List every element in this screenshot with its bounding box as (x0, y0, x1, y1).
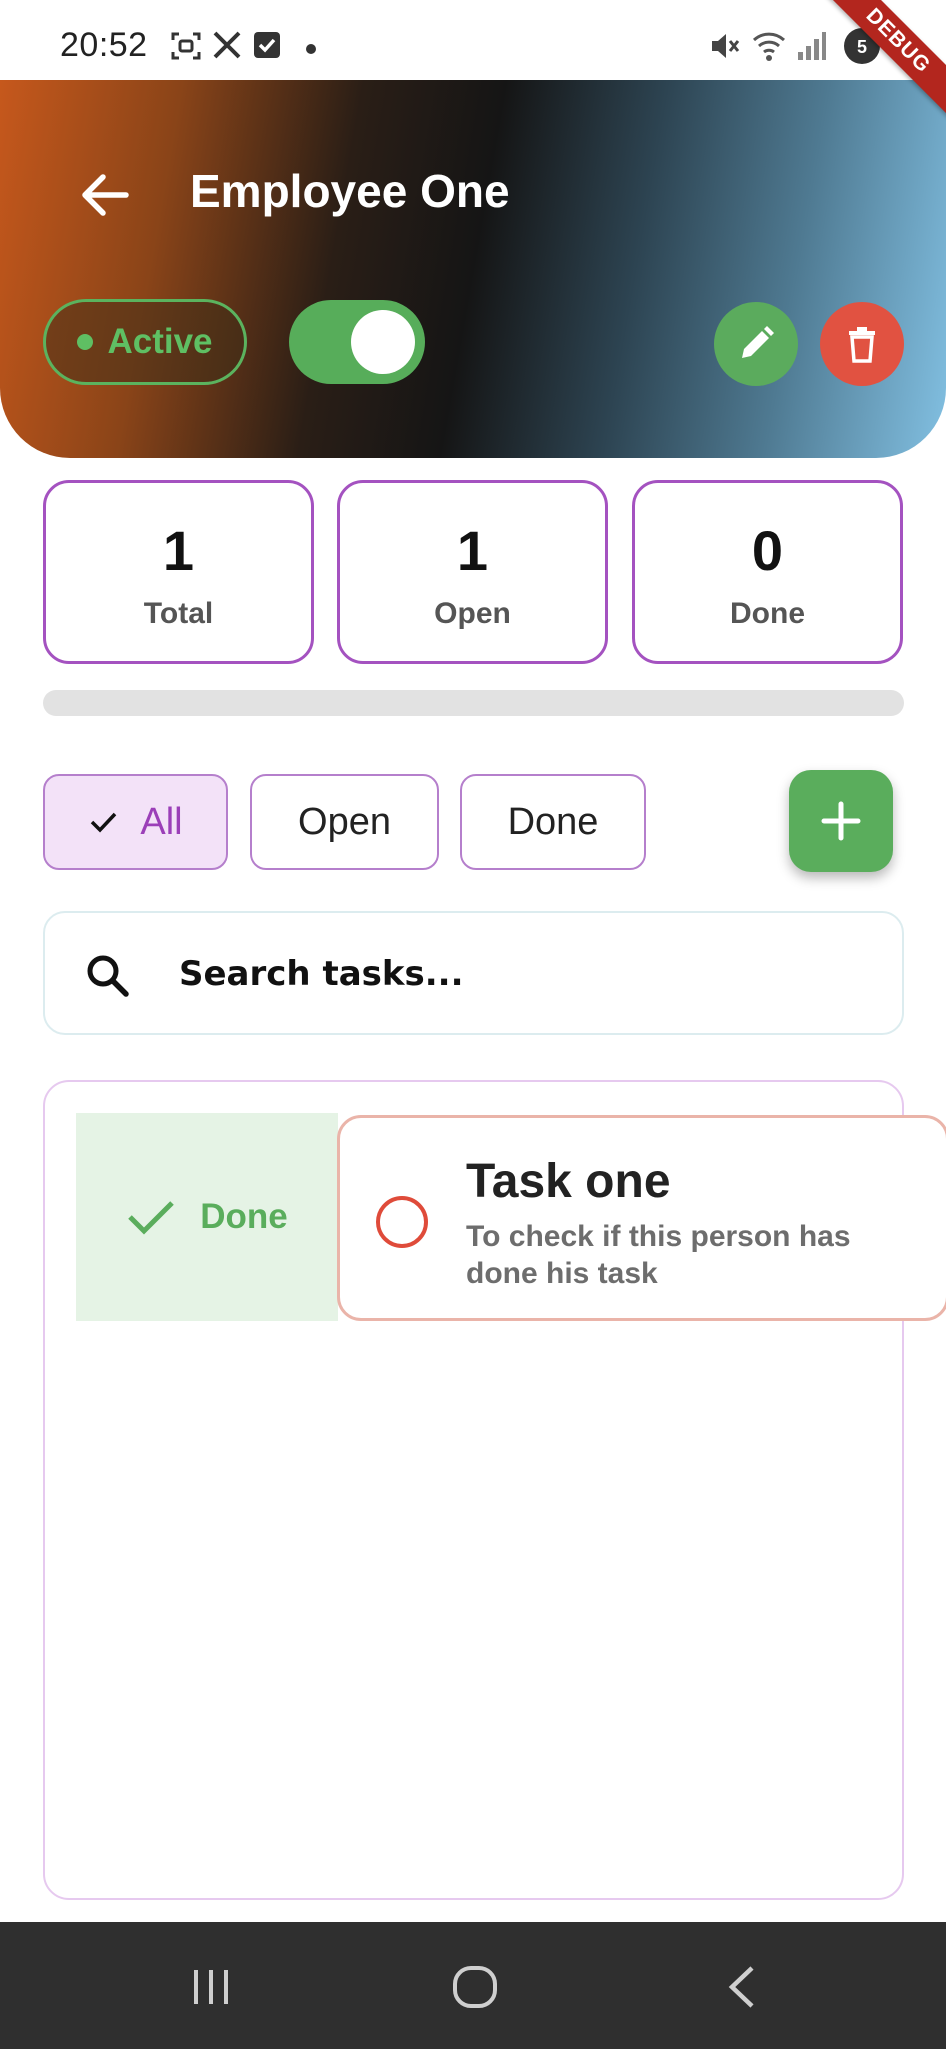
employee-header: Employee One Active (0, 80, 946, 458)
search-input[interactable] (179, 943, 859, 1005)
filter-chip-label: All (140, 800, 183, 843)
search-box (43, 911, 904, 1035)
x-icon (212, 30, 242, 65)
status-time: 20:52 (60, 26, 148, 64)
task-complete-checkbox[interactable] (376, 1196, 428, 1248)
filter-chip-label: Open (298, 800, 391, 843)
status-dot-icon (77, 334, 94, 350)
signal-icon (796, 30, 826, 67)
active-toggle[interactable] (289, 300, 425, 384)
system-nav-bar (0, 1922, 946, 2049)
arrow-left-icon (82, 174, 129, 216)
status-bar: 20:52 5 (0, 0, 946, 80)
check-icon (91, 812, 117, 833)
pencil-icon (742, 326, 774, 358)
status-badge-label: Active (107, 322, 213, 361)
status-badge: Active (43, 299, 247, 385)
search-icon (87, 955, 129, 997)
task-item[interactable]: Task one To check if this person has don… (337, 1115, 946, 1321)
task-title: Task one (466, 1155, 671, 1208)
task-description: To check if this person has done his tas… (466, 1220, 851, 1290)
home-icon (453, 1966, 497, 2008)
home-button[interactable] (450, 1962, 500, 2017)
check-square-icon (252, 30, 282, 65)
screenshot-icon (170, 30, 202, 67)
swipe-done-label: Done (200, 1197, 288, 1236)
swipe-done-action[interactable]: Done (76, 1113, 338, 1321)
trash-icon (849, 327, 875, 363)
recent-apps-icon (194, 1970, 228, 2004)
filter-chip-open[interactable]: Open (250, 774, 439, 870)
add-task-button[interactable] (789, 770, 893, 872)
stat-card-done: 0 Done (632, 480, 903, 664)
delete-button[interactable] (820, 302, 904, 386)
progress-bar (43, 690, 904, 716)
stat-value: 0 (751, 519, 784, 582)
stat-value: 1 (456, 519, 489, 582)
svg-text:5: 5 (857, 37, 867, 57)
plus-icon (821, 801, 861, 841)
stat-value: 1 (162, 519, 195, 582)
filter-chip-label: Done (507, 800, 599, 843)
stat-label: Done (730, 597, 805, 630)
back-nav-button[interactable] (718, 1962, 768, 2017)
stat-label: Open (434, 597, 511, 630)
back-button[interactable] (70, 160, 140, 230)
toggle-knob (351, 310, 415, 374)
filter-chip-done[interactable]: Done (460, 774, 646, 870)
stat-label: Total (143, 597, 214, 630)
stat-card-total: 1 Total (43, 480, 314, 664)
check-icon (128, 1201, 175, 1235)
stat-card-open: 1 Open (337, 480, 608, 664)
wifi-icon (752, 30, 786, 67)
recent-apps-button[interactable] (186, 1962, 236, 2017)
edit-button[interactable] (714, 302, 798, 386)
chevron-left-icon (728, 1966, 754, 2008)
page-title: Employee One (190, 165, 510, 217)
mute-icon (708, 30, 740, 67)
notification-dot-icon (306, 44, 316, 54)
filter-chip-all[interactable]: All (43, 774, 228, 870)
